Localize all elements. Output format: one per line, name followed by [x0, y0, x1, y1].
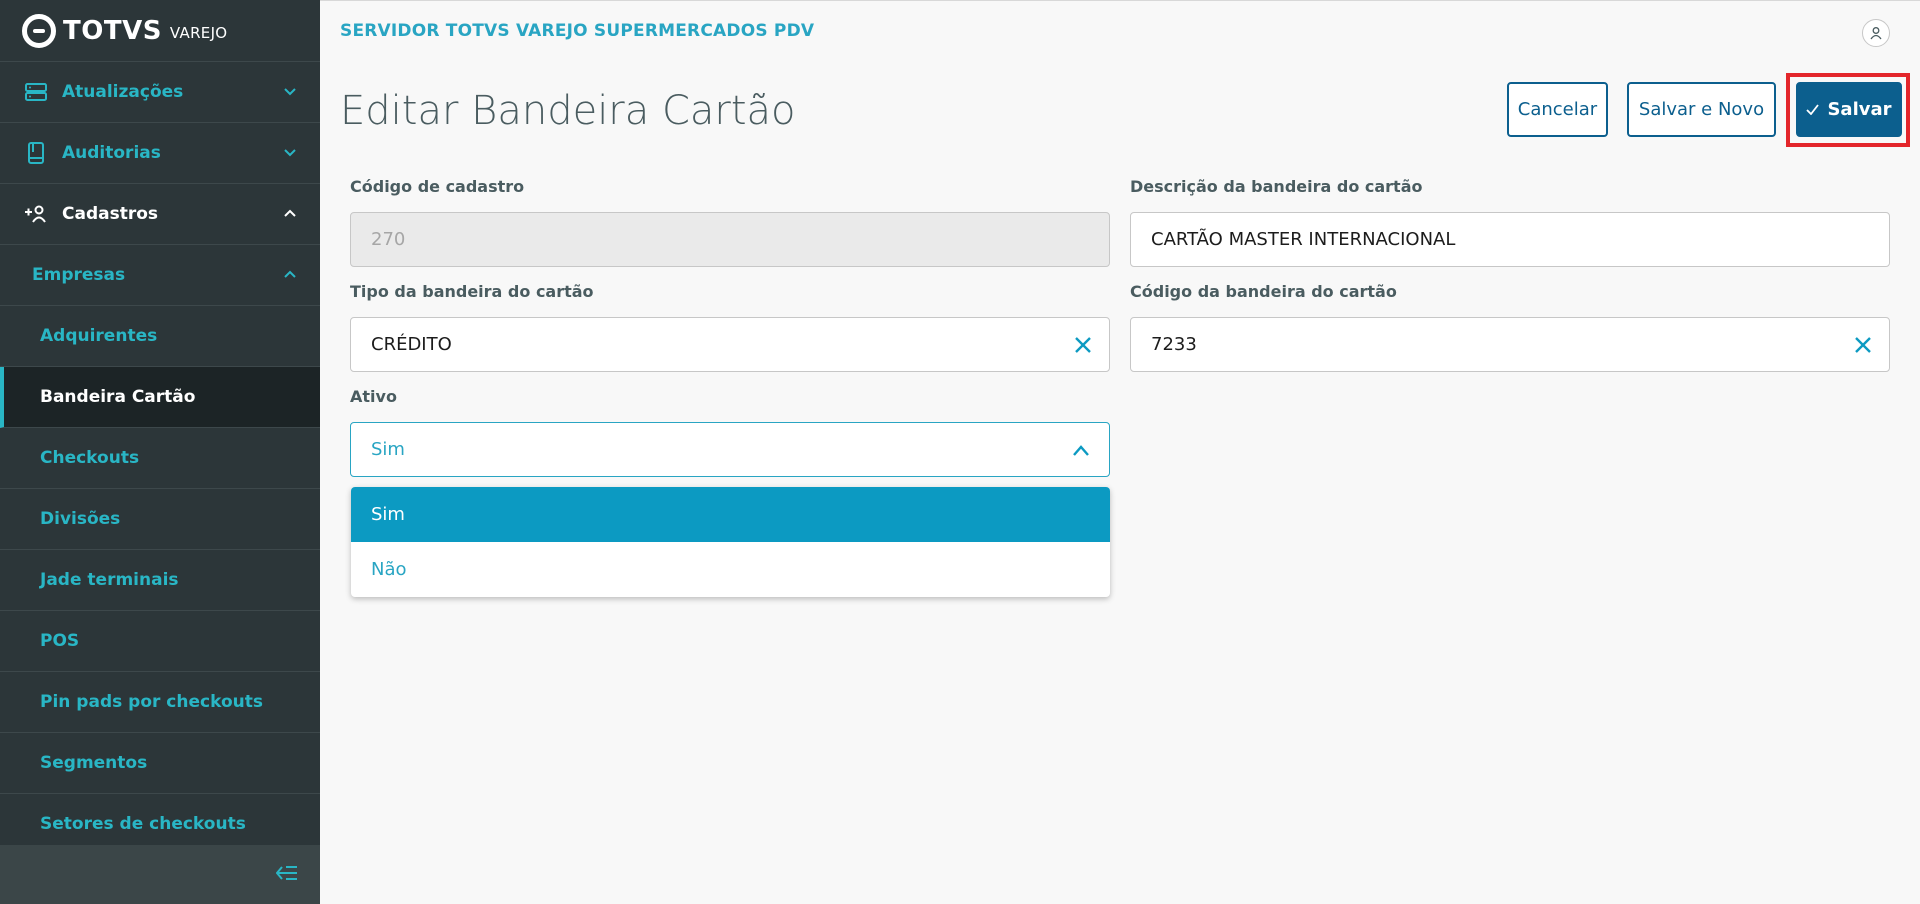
page-title: Editar Bandeira Cartão: [340, 88, 796, 134]
descricao-field[interactable]: CARTÃO MASTER INTERNACIONAL: [1130, 212, 1890, 267]
codigo-cadastro-label: Código de cadastro: [350, 177, 525, 196]
sidebar-item-label: Setores de checkouts: [40, 814, 246, 834]
check-icon: [1806, 104, 1820, 115]
sidebar-item-cadastros[interactable]: Cadastros: [0, 184, 320, 245]
save-button[interactable]: Salvar: [1796, 82, 1902, 137]
descricao-label: Descrição da bandeira do cartão: [1130, 177, 1423, 196]
codigo-cadastro-value: 270: [371, 229, 406, 250]
save-button-label: Salvar: [1827, 99, 1892, 120]
sidebar-item-atualizacoes[interactable]: Atualizações: [0, 62, 320, 123]
sidebar-footer: [0, 845, 320, 904]
option-sim[interactable]: Sim: [351, 487, 1110, 542]
cancel-button[interactable]: Cancelar: [1507, 82, 1608, 137]
chevron-up-icon: [284, 270, 296, 278]
tipo-field[interactable]: CRÉDITO: [350, 317, 1110, 372]
ativo-label: Ativo: [350, 387, 397, 406]
chevron-down-icon: [284, 149, 296, 157]
sidebar-item-auditorias[interactable]: Auditorias: [0, 123, 320, 184]
clear-icon[interactable]: [1853, 335, 1873, 355]
server-icon: [24, 80, 48, 104]
user-avatar-button[interactable]: [1862, 19, 1890, 47]
sidebar-item-label: Segmentos: [40, 753, 148, 773]
sidebar-item-label: Checkouts: [40, 448, 140, 468]
collapse-menu-icon[interactable]: [275, 864, 298, 886]
sidebar-item-jade-terminais[interactable]: Jade terminais: [0, 550, 320, 611]
sidebar-item-segmentos[interactable]: Segmentos: [0, 733, 320, 794]
user-icon: [1870, 27, 1882, 40]
sidebar-item-empresas[interactable]: Empresas: [0, 245, 320, 306]
sidebar-item-divisoes[interactable]: Divisões: [0, 489, 320, 550]
sidebar-item-label: POS: [40, 631, 80, 651]
sidebar-item-label: Jade terminais: [40, 570, 179, 590]
sidebar-item-label: Adquirentes: [40, 326, 158, 346]
sidebar-item-pos[interactable]: POS: [0, 611, 320, 672]
brand-logo[interactable]: TOTVS VAREJO: [0, 0, 320, 62]
logo-subtitle: VAREJO: [169, 23, 228, 42]
sidebar-item-pin-pads[interactable]: Pin pads por checkouts: [0, 672, 320, 733]
server-title: SERVIDOR TOTVS VAREJO SUPERMERCADOS PDV: [340, 21, 815, 41]
sidebar-item-label: Empresas: [32, 265, 126, 285]
logo-text: TOTVS: [63, 15, 162, 46]
sidebar-item-label: Cadastros: [62, 204, 159, 224]
codigo-bandeira-value: 7233: [1151, 334, 1197, 355]
chevron-up-icon: [1073, 445, 1089, 456]
sidebar-item-label: Pin pads por checkouts: [40, 692, 263, 712]
add-user-icon: [24, 202, 48, 226]
sidebar-item-adquirentes[interactable]: Adquirentes: [0, 306, 320, 367]
codigo-bandeira-field[interactable]: 7233: [1130, 317, 1890, 372]
chevron-down-icon: [284, 88, 296, 96]
descricao-value: CARTÃO MASTER INTERNACIONAL: [1151, 229, 1456, 250]
save-and-new-button[interactable]: Salvar e Novo: [1627, 82, 1776, 137]
sidebar-item-label: Divisões: [40, 509, 121, 529]
sidebar-menu: Atualizações Auditorias Cadastros Empres…: [0, 62, 320, 855]
sidebar-item-label: Bandeira Cartão: [40, 387, 196, 407]
sidebar-item-checkouts[interactable]: Checkouts: [0, 428, 320, 489]
book-icon: [24, 141, 48, 165]
sidebar-item-label: Atualizações: [62, 82, 184, 102]
sidebar-item-label: Auditorias: [62, 143, 161, 163]
tipo-label: Tipo da bandeira do cartão: [350, 282, 594, 301]
tipo-value: CRÉDITO: [371, 334, 452, 355]
top-bar: SERVIDOR TOTVS VAREJO SUPERMERCADOS PDV: [320, 0, 1920, 62]
ativo-select[interactable]: Sim: [350, 422, 1110, 477]
sidebar-item-bandeira-cartao[interactable]: Bandeira Cartão: [0, 367, 320, 428]
option-nao[interactable]: Não: [351, 542, 1110, 597]
totvs-logo-icon: [22, 13, 56, 48]
ativo-selected-value: Sim: [371, 439, 405, 460]
ativo-dropdown: Sim Não: [351, 487, 1110, 597]
codigo-cadastro-field: 270: [350, 212, 1110, 267]
codigo-bandeira-label: Código da bandeira do cartão: [1130, 282, 1397, 301]
chevron-up-icon: [284, 209, 296, 217]
sidebar: TOTVS VAREJO Atualizações Auditorias Cad…: [0, 0, 320, 904]
clear-icon[interactable]: [1073, 335, 1093, 355]
